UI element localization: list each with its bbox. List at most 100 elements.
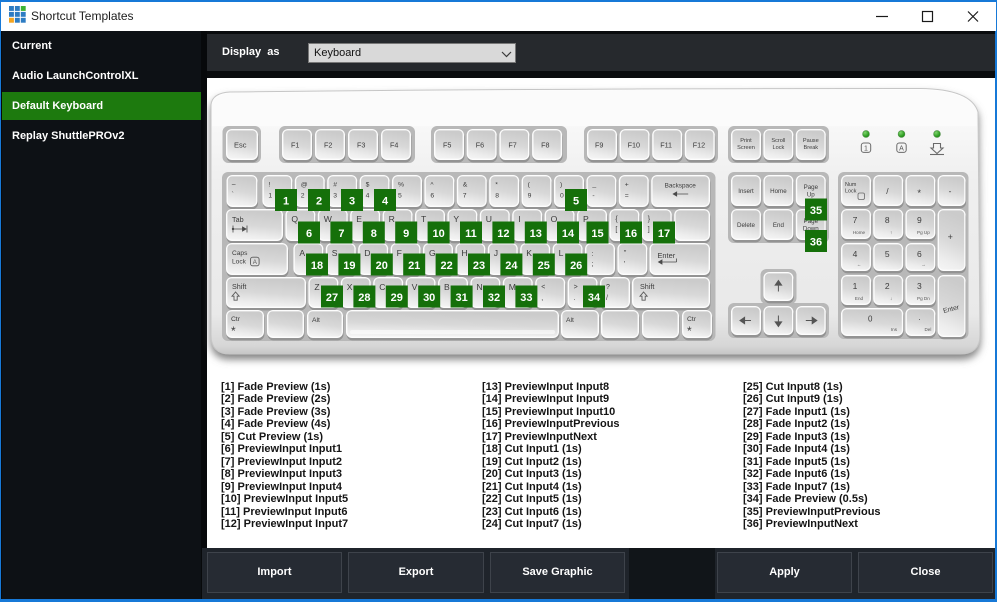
svg-text:6: 6 <box>430 193 434 200</box>
svg-text:!: ! <box>268 182 270 189</box>
svg-text:F2: F2 <box>324 141 332 150</box>
svg-text:U: U <box>486 214 492 224</box>
svg-text:.: . <box>918 313 920 322</box>
svg-text:2: 2 <box>316 196 322 208</box>
svg-text:Insert: Insert <box>738 188 754 195</box>
svg-text:Up: Up <box>807 192 815 199</box>
svg-text:↑: ↑ <box>890 230 892 235</box>
svg-text:F11: F11 <box>660 141 672 150</box>
svg-text:Num: Num <box>845 182 857 188</box>
svg-text:&: & <box>463 182 468 189</box>
svg-text:Caps: Caps <box>232 250 248 257</box>
svg-text:3: 3 <box>333 193 337 200</box>
svg-text:L: L <box>559 248 564 258</box>
svg-text:Pg Up: Pg Up <box>917 230 930 235</box>
svg-text:*: * <box>917 188 921 199</box>
svg-text:24: 24 <box>505 260 518 272</box>
svg-text:Break: Break <box>803 145 818 151</box>
svg-text:-: - <box>592 193 594 200</box>
svg-text:R: R <box>389 214 395 224</box>
svg-text:F4: F4 <box>390 141 398 150</box>
svg-text:B: B <box>444 282 450 292</box>
svg-text:,: , <box>541 295 543 302</box>
svg-text:Shift: Shift <box>232 282 246 291</box>
svg-text:16: 16 <box>625 228 637 240</box>
svg-text:E: E <box>356 214 362 224</box>
svg-text:Shift: Shift <box>640 282 654 291</box>
svg-text:F7: F7 <box>508 141 516 150</box>
svg-text:30: 30 <box>423 292 435 304</box>
svg-text:.: . <box>574 295 576 302</box>
svg-text:Alt: Alt <box>312 317 320 324</box>
svg-text:J: J <box>494 248 498 258</box>
svg-text:M: M <box>509 282 516 292</box>
svg-text:Y: Y <box>453 214 459 224</box>
svg-text:27: 27 <box>326 292 338 304</box>
svg-text:20: 20 <box>376 260 388 272</box>
svg-text:D: D <box>364 248 370 258</box>
svg-text:33: 33 <box>520 292 532 304</box>
svg-text:F5: F5 <box>443 141 451 150</box>
svg-text:Lock: Lock <box>232 259 247 266</box>
svg-text:*: * <box>687 324 692 338</box>
svg-text:32: 32 <box>488 292 500 304</box>
svg-text:F8: F8 <box>541 141 549 150</box>
svg-text:23: 23 <box>473 260 485 272</box>
svg-text:Alt: Alt <box>566 317 574 324</box>
svg-text:4: 4 <box>366 193 370 200</box>
svg-text:End: End <box>773 222 785 229</box>
svg-text:[: [ <box>615 227 617 234</box>
svg-text:Delete: Delete <box>737 222 755 229</box>
svg-text:End: End <box>855 296 864 301</box>
svg-text:C: C <box>379 282 385 292</box>
svg-text:#: # <box>333 182 337 189</box>
svg-text:17: 17 <box>658 228 670 240</box>
svg-text:+: + <box>948 232 953 242</box>
svg-text:-: - <box>949 186 952 196</box>
svg-text:12: 12 <box>497 228 509 240</box>
svg-text:8: 8 <box>371 228 377 240</box>
svg-text:%: % <box>398 182 404 189</box>
svg-text:Q: Q <box>291 214 298 224</box>
svg-text:Home: Home <box>853 230 866 235</box>
svg-text:36: 36 <box>810 237 822 249</box>
svg-text:F9: F9 <box>595 141 603 150</box>
svg-text:9: 9 <box>528 193 532 200</box>
svg-text:14: 14 <box>562 228 575 240</box>
svg-text:I: I <box>518 214 520 224</box>
svg-text:$: $ <box>366 182 370 189</box>
svg-text:': ' <box>624 261 625 268</box>
svg-text:13: 13 <box>530 228 542 240</box>
svg-text:]: ] <box>648 227 650 234</box>
svg-text:Home: Home <box>770 188 787 195</box>
svg-text:Lock: Lock <box>772 145 784 151</box>
svg-text:7: 7 <box>853 215 858 225</box>
svg-text:?: ? <box>606 284 610 291</box>
svg-text:`: ` <box>232 190 235 199</box>
svg-text:9: 9 <box>917 215 922 225</box>
svg-text::: : <box>592 251 594 258</box>
svg-text:>: > <box>574 284 578 291</box>
svg-text:F10: F10 <box>628 141 640 150</box>
svg-text:F3: F3 <box>357 141 365 150</box>
svg-text:S: S <box>332 248 338 258</box>
svg-text:Print: Print <box>740 138 752 144</box>
svg-text:/: / <box>606 295 608 302</box>
svg-text:T: T <box>421 214 427 224</box>
svg-text:Ctr: Ctr <box>231 316 241 323</box>
svg-text:↓: ↓ <box>890 296 892 301</box>
svg-text:X: X <box>347 282 353 292</box>
svg-text:Tab: Tab <box>232 215 244 224</box>
svg-text:4: 4 <box>382 196 389 208</box>
svg-text:N: N <box>476 282 482 292</box>
svg-text:Scroll: Scroll <box>771 138 785 144</box>
svg-text:*: * <box>495 182 498 189</box>
svg-text:0: 0 <box>868 315 873 324</box>
svg-text:5: 5 <box>573 196 579 208</box>
svg-text:7: 7 <box>463 193 467 200</box>
svg-text:Backspace: Backspace <box>665 183 697 190</box>
svg-text:Enter: Enter <box>658 251 676 260</box>
svg-text:3: 3 <box>917 281 922 291</box>
svg-text:F12: F12 <box>693 141 705 150</box>
svg-text:18: 18 <box>311 260 323 272</box>
